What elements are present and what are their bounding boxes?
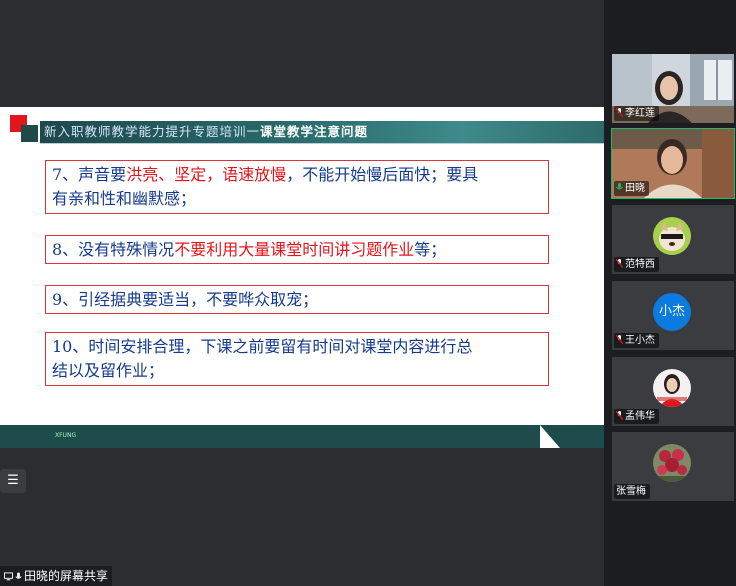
slide-accent-square-dark — [21, 125, 38, 142]
screen-share-text: 田晓的屏幕共享 — [24, 569, 109, 583]
avatar — [653, 217, 691, 255]
slide-footer-wedge — [540, 425, 560, 448]
screen-share-icon — [4, 572, 13, 581]
list-icon: ☰ — [7, 473, 19, 488]
participant-name-tag: 王小杰 — [614, 333, 659, 348]
slide-footer-text: XFUNG — [55, 432, 77, 439]
rule-10-line-2: 结以及留作业； — [52, 361, 165, 380]
flower-avatar-image — [653, 444, 691, 482]
mic-muted-icon — [616, 259, 623, 268]
participant-name-tag: 范特西 — [614, 257, 659, 272]
participant-tile[interactable]: 李红莲 — [612, 54, 734, 123]
participant-tile[interactable]: 张雪梅 — [612, 432, 734, 501]
rule-item-8: 8、没有特殊情况不要利用大量课堂时间讲习题作业等； — [45, 235, 549, 264]
participant-tile[interactable]: 范特西 — [612, 205, 734, 274]
participant-name: 范特西 — [625, 259, 655, 270]
slide-title-main: 新入职教师教学能力提升专题培训一 — [44, 124, 261, 139]
rule-8-text-a: 8、没有特殊情况 — [52, 240, 175, 259]
participant-name: 王小杰 — [625, 335, 655, 346]
rule-item-9: 9、引经据典要适当，不要哗众取宠； — [45, 285, 549, 314]
slide-title: 新入职教师教学能力提升专题培训一课堂教学注意问题 — [44, 121, 368, 143]
rule-8-text-b: 等； — [414, 240, 447, 259]
mic-active-icon — [616, 183, 623, 190]
avatar — [653, 369, 691, 407]
dog-avatar-image — [653, 217, 691, 255]
avatar: 小杰 — [653, 293, 691, 331]
rule-7-line-1: 7、声音要洪亮、坚定，语速放慢，不能开始慢后面快；要具 — [52, 163, 542, 187]
mic-muted-icon — [616, 108, 623, 117]
slide-footer-right — [560, 425, 604, 448]
participant-name-tag: 孟伟华 — [614, 409, 659, 424]
slide-title-divider — [40, 143, 604, 144]
slide-title-topic: 课堂教学注意问题 — [260, 124, 369, 139]
participant-name: 李红莲 — [625, 108, 655, 119]
avatar — [653, 444, 691, 482]
rule-7-text-b: ，不能开始慢后面快；要具 — [286, 165, 479, 184]
mic-muted-icon — [616, 335, 623, 344]
participant-name: 田晓 — [625, 183, 645, 194]
participant-name-tag: 李红莲 — [614, 106, 659, 121]
rule-7-highlight: 洪亮、坚定，语速放慢 — [126, 165, 287, 184]
participant-name-tag: 田晓 — [614, 181, 649, 196]
rule-10-line-1: 10、时间安排合理，下课之前要留有时间对课堂内容进行总 — [52, 337, 473, 356]
list-view-button[interactable]: ☰ — [0, 469, 26, 493]
participant-tile[interactable]: 孟伟华 — [612, 357, 734, 426]
rule-7-line-2: 有亲和性和幽默感； — [52, 189, 197, 208]
rule-item-7: 7、声音要洪亮、坚定，语速放慢，不能开始慢后面快；要具 有亲和性和幽默感； — [45, 160, 549, 214]
screen-share-label: 田晓的屏幕共享 — [0, 566, 113, 586]
participant-name: 张雪梅 — [616, 486, 646, 497]
mic-muted-icon — [616, 411, 623, 420]
microphone-icon — [15, 572, 22, 579]
rule-item-10: 10、时间安排合理，下课之前要留有时间对课堂内容进行总 结以及留作业； — [45, 332, 549, 386]
rule-8-highlight: 不要利用大量课堂时间讲习题作业 — [174, 240, 415, 259]
participant-name: 孟伟华 — [625, 411, 655, 422]
participant-tile[interactable]: 小杰 王小杰 — [612, 281, 734, 350]
participant-tile-active[interactable]: 田晓 — [611, 128, 735, 199]
rule-9-text: 9、引经据典要适当，不要哗众取宠； — [52, 290, 319, 309]
slide-footer-bar — [0, 425, 604, 448]
portrait-avatar-image — [653, 369, 691, 407]
rule-7-text-a: 7、声音要 — [52, 165, 127, 184]
presentation-slide — [0, 107, 604, 448]
participant-name-tag: 张雪梅 — [614, 484, 650, 499]
